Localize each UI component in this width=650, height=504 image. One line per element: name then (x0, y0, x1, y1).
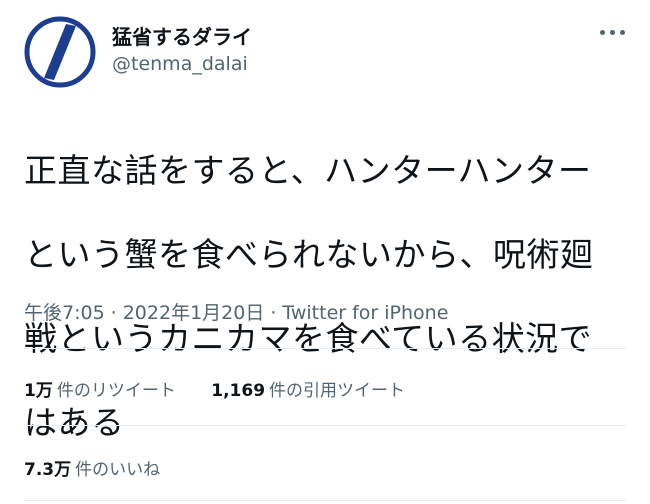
divider (24, 500, 626, 501)
tweet-date[interactable]: 2022年1月20日 (123, 302, 265, 324)
retweet-stat[interactable]: 1万 件のリツイート (24, 376, 176, 401)
quote-count: 1,169 (211, 381, 266, 401)
tweet-text-line: 正直な話をすると、ハンターハンター (24, 151, 592, 190)
like-count: 7.3万 (24, 460, 72, 480)
quote-label: 件の引用ツイート (269, 381, 406, 401)
likes-row: 7.3万 件のいいね (24, 455, 190, 480)
tweet-text-line: という蟹を食べられないから、呪術廻 (24, 235, 594, 274)
display-name[interactable]: 猛省するダライ (112, 21, 252, 50)
like-label: 件のいいね (75, 460, 161, 480)
divider (24, 348, 626, 349)
meta-separator: · (270, 302, 277, 324)
more-horizontal-icon[interactable] (600, 27, 626, 39)
user-handle[interactable]: @tenma_dalai (112, 53, 248, 75)
slash-circle-avatar-icon[interactable] (24, 16, 96, 88)
engagement-row: 1万 件のリツイート 1,169 件の引用ツイート (24, 376, 435, 401)
tweet-text-line: はある (24, 403, 125, 442)
divider (24, 425, 626, 426)
like-stat[interactable]: 7.3万 件のいいね (24, 455, 160, 480)
tweet-text: 正直な話をすると、ハンターハンター という蟹を食べられないから、呪術廻 戦という… (24, 108, 614, 486)
meta-separator: · (110, 302, 117, 324)
tweet-source[interactable]: Twitter for iPhone (282, 302, 448, 324)
tweet-card: 猛省するダライ @tenma_dalai 正直な話をすると、ハンターハンター と… (0, 0, 650, 504)
tweet-time[interactable]: 午後7:05 (24, 302, 105, 324)
tweet-meta: 午後7:05 · 2022年1月20日 · Twitter for iPhone (24, 298, 448, 325)
quote-stat[interactable]: 1,169 件の引用ツイート (211, 376, 405, 401)
retweet-label: 件のリツイート (56, 381, 176, 401)
retweet-count: 1万 (24, 381, 53, 401)
